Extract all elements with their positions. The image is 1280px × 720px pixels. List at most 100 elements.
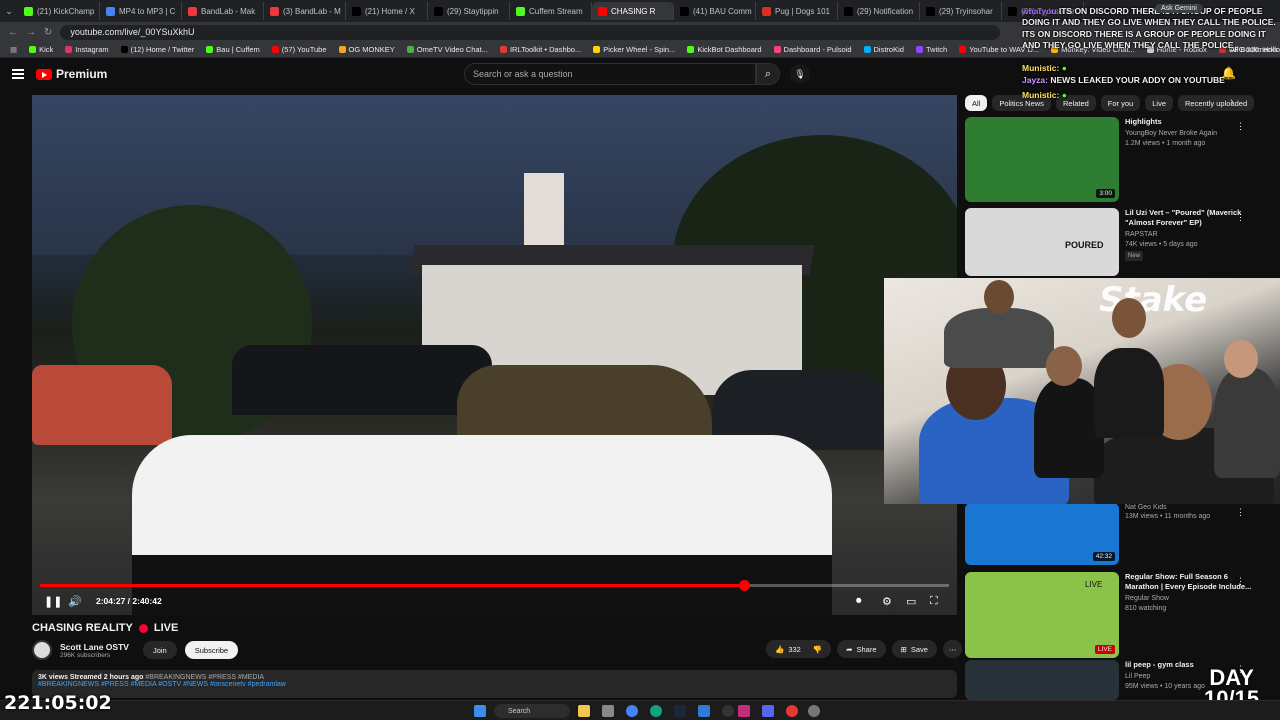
task-view-icon[interactable] — [602, 705, 614, 717]
bookmark-favicon-icon — [593, 46, 601, 53]
video-police-car — [132, 435, 832, 615]
browser-tab[interactable]: Pug | Dogs 101 — [756, 2, 838, 20]
browser-tab[interactable]: CHASING R — [592, 2, 674, 20]
browser-tab[interactable]: (3) BandLab - M — [264, 2, 346, 20]
recommendation-item[interactable]: POURED Lil Uzi Vert – "Poured" (Maverick … — [965, 208, 1255, 276]
more-options-icon[interactable]: ⋮ — [1236, 507, 1245, 518]
bookmark-item[interactable]: Kick — [29, 45, 53, 54]
steam-icon[interactable] — [674, 705, 686, 717]
reload-icon[interactable]: ↻ — [44, 27, 52, 38]
chrome-icon[interactable] — [626, 705, 638, 717]
recommendation-thumbnail[interactable] — [965, 660, 1119, 700]
browser-tab[interactable]: (29) Notification — [838, 2, 920, 20]
bookmark-item[interactable]: (57) YouTube — [271, 45, 327, 54]
taskbar-search[interactable]: Search — [494, 704, 570, 718]
windows-taskbar: Search — [0, 700, 1280, 720]
tab-search-button[interactable]: ⌄ — [0, 6, 18, 17]
bookmark-favicon-icon — [206, 46, 214, 53]
recommendation-meta: 13M views • 11 months ago — [1125, 513, 1211, 521]
settings-app-icon[interactable] — [808, 705, 820, 717]
tab-label: (41) BAU Comm — [693, 6, 752, 16]
settings-icon[interactable]: ⚙ — [882, 595, 892, 608]
chat-message: whatyou ITS ON DISCORD THERE IS A GROUP … — [1022, 6, 1280, 52]
chat-username: whatyou — [1022, 6, 1057, 16]
channel-avatar[interactable] — [32, 640, 52, 660]
browser-tab[interactable]: (41) BAU Comm — [674, 2, 756, 20]
video-red-car — [32, 365, 172, 445]
video-player[interactable]: ❚❚ 🔊 2:04:27 / 2:40:42 ⏺ ⚙ ▭ ⛶ — [32, 95, 957, 615]
active-app-icon[interactable] — [738, 705, 750, 717]
recommendation-item[interactable]: 3:00 Highlights YoungBoy Never Broke Again… — [965, 117, 1255, 202]
thumbs-down-icon[interactable]: 👎 — [813, 645, 822, 654]
channel-name[interactable]: Scott Lane OSTV — [60, 642, 129, 652]
bookmark-item[interactable]: Picker Wheel - Spin... — [593, 45, 675, 54]
obs-icon[interactable] — [722, 705, 734, 717]
windows-start-icon[interactable] — [474, 705, 486, 717]
back-icon[interactable]: ← — [8, 27, 18, 38]
bookmark-item[interactable]: IRLToolkit • Dashbo... — [499, 45, 581, 54]
bookmark-item[interactable]: (12) Home / Twitter — [120, 45, 194, 54]
voice-search-button[interactable]: 🎙 — [790, 64, 810, 84]
browser-tab[interactable]: (29) Staytippin — [428, 2, 510, 20]
miniplayer-icon[interactable]: ▭ — [906, 595, 916, 608]
recommendation-thumbnail[interactable]: POURED — [965, 208, 1119, 276]
recommendation-item[interactable]: 42:32 Nat Geo Kids 13M views • 11 months a… — [965, 503, 1255, 565]
search-button[interactable]: ⌕ — [756, 63, 780, 85]
progress-bar[interactable] — [40, 580, 949, 591]
like-button[interactable]: 👍 332 👎 — [766, 640, 832, 658]
search-input[interactable]: Search or ask a question — [464, 63, 756, 85]
url-field[interactable]: youtube.com/live/_00YSuXkhU — [60, 24, 1001, 40]
bookmark-item[interactable]: Instagram — [65, 45, 109, 54]
recommendation-info: Highlights YoungBoy Never Broke Again 1.2M… — [1125, 117, 1217, 202]
edge-icon[interactable] — [650, 705, 662, 717]
recommendation-thumbnail[interactable]: 3:00 — [965, 117, 1119, 202]
bookmark-item[interactable]: OG MONKEY — [338, 45, 395, 54]
browser-tab[interactable]: Cuffem Stream — [510, 2, 592, 20]
bookmark-item[interactable]: Dashboard - Pulsoid — [773, 45, 852, 54]
bookmark-item[interactable]: Twitch — [915, 45, 947, 54]
share-button[interactable]: ➦ Share — [837, 640, 886, 658]
more-actions-button[interactable]: ⋯ — [942, 640, 963, 658]
bookmark-label: Instagram — [75, 45, 109, 54]
browser-tab[interactable]: (21) KickChamp — [18, 2, 100, 20]
live-dot-icon — [138, 623, 148, 633]
filter-chip[interactable]: All — [965, 95, 988, 111]
tab-favicon-icon — [680, 6, 689, 16]
pause-icon[interactable]: ❚❚ — [44, 595, 62, 608]
volume-icon[interactable]: 🔊 — [68, 595, 82, 608]
browser-icon[interactable] — [786, 705, 798, 717]
more-options-icon[interactable]: ⋮ — [1236, 576, 1245, 587]
browser-tab[interactable]: MP4 to MP3 | C — [100, 2, 182, 20]
menu-icon[interactable] — [12, 69, 24, 79]
ask-gemini-button[interactable]: Ask Gemini — [1155, 4, 1203, 13]
autoplay-toggle-icon[interactable]: ⏺ — [856, 595, 862, 608]
forward-icon[interactable]: → — [26, 27, 36, 38]
more-options-icon[interactable]: ⋮ — [1236, 121, 1245, 132]
fullscreen-icon[interactable]: ⛶ — [930, 595, 938, 608]
bookmark-item[interactable]: DistroKid — [863, 45, 904, 54]
browser-tab[interactable]: BandLab - Mak — [182, 2, 264, 20]
recommendation-thumbnail[interactable]: LIVE LIVE — [965, 572, 1119, 658]
browser-tab[interactable]: (21) Home / X — [346, 2, 428, 20]
tab-favicon-icon — [844, 6, 853, 16]
more-options-icon[interactable]: ⋮ — [1236, 212, 1245, 223]
youtube-logo[interactable]: Premium — [36, 67, 107, 81]
subscribe-button[interactable]: Subscribe — [184, 641, 239, 659]
save-button[interactable]: ⊞ Save — [891, 640, 937, 658]
join-button[interactable]: Join — [142, 641, 177, 659]
tab-favicon-icon — [926, 6, 935, 16]
browser-tab[interactable]: (29) Tryinsohar — [920, 2, 1002, 20]
recommendation-thumbnail[interactable]: 42:32 — [965, 503, 1119, 565]
apps-icon[interactable]: ▦ — [10, 45, 17, 54]
file-explorer-icon[interactable] — [578, 705, 590, 717]
bookmark-item[interactable]: KickBot Dashboard — [687, 45, 762, 54]
new-badge: New — [1125, 251, 1144, 262]
description-box[interactable]: 3K views Streamed 2 hours ago #BREAKINGN… — [32, 670, 957, 698]
channel-row: Scott Lane OSTV 296K subscribers Join Su… — [32, 638, 239, 662]
like-count: 332 — [788, 644, 801, 654]
mail-icon[interactable] — [698, 705, 710, 717]
discord-icon[interactable] — [762, 705, 774, 717]
bookmark-item[interactable]: OmeTV Video Chat... — [406, 45, 488, 54]
bookmark-item[interactable]: Bau | Cuffem — [206, 45, 260, 54]
recommendation-item[interactable]: LIVE LIVE Regular Show: Full Season 6 Mara… — [965, 572, 1255, 658]
